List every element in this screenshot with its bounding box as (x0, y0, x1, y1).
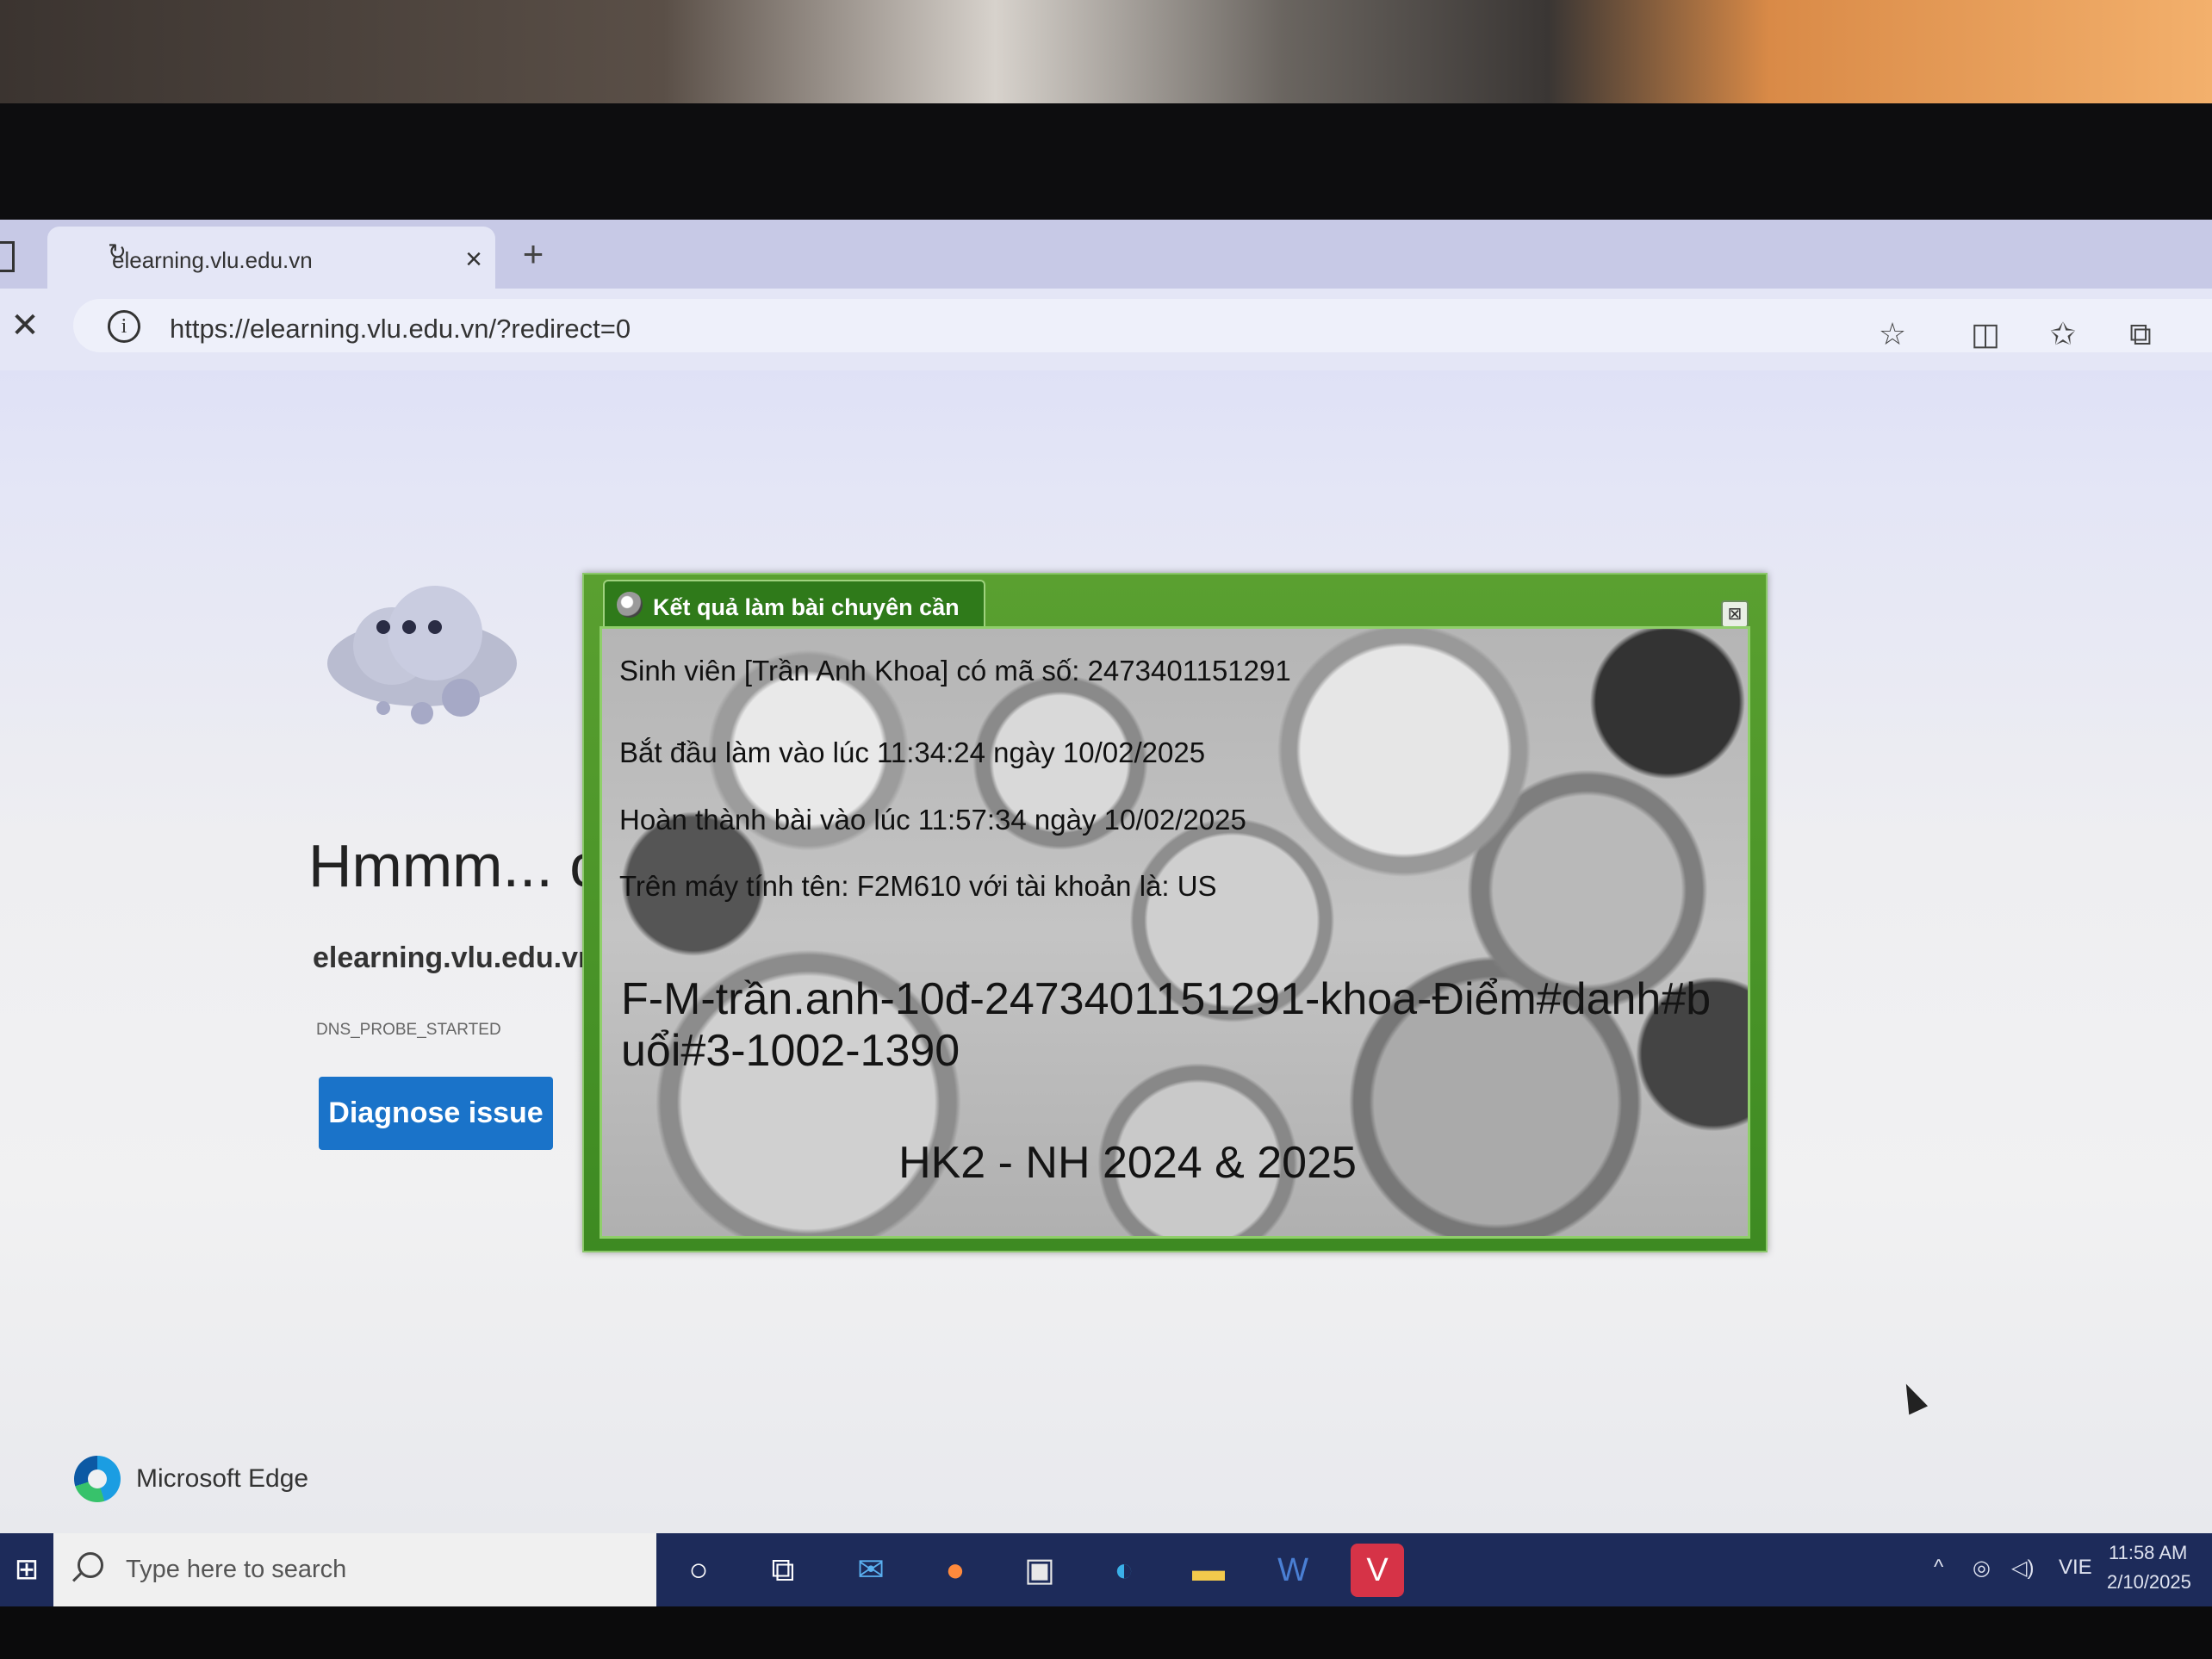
dialog-title: Kết quả làm bài chuyên cần (653, 594, 960, 620)
site-info-icon[interactable]: i (108, 310, 140, 343)
file-explorer-icon[interactable]: ▬ (1182, 1544, 1235, 1597)
error-title: Hmmm... c (308, 832, 600, 899)
error-domain: elearning.vlu.edu.vn (313, 941, 596, 974)
favorite-star-icon[interactable]: ☆ (1871, 313, 1914, 356)
volume-icon[interactable]: ◁) (2011, 1556, 2034, 1581)
dialog-app-icon (617, 592, 643, 618)
tab-strip: ↻ elearning.vlu.edu.vn × + (0, 220, 2212, 289)
error-code: DNS_PROBE_STARTED (316, 1021, 501, 1039)
clock-time[interactable]: 11:58 AM (2109, 1542, 2187, 1564)
store-icon[interactable]: ▣ (1013, 1544, 1066, 1597)
search-placeholder: Type here to search (126, 1556, 347, 1583)
student-info-line: Sinh viên [Trần Anh Khoa] có mã số: 2473… (619, 655, 1291, 687)
clock-date[interactable]: 2/10/2025 (2107, 1571, 2191, 1594)
mail-icon[interactable]: ✉ (844, 1544, 898, 1597)
cortana-icon[interactable]: ○ (672, 1544, 725, 1597)
vivaldi-icon[interactable]: V (1351, 1544, 1404, 1597)
new-tab-button[interactable]: + (513, 235, 554, 276)
attendance-code: F-M-trần.anh-10đ-2473401151291-khoa-Điểm… (621, 974, 1712, 1076)
firefox-icon[interactable]: ● (929, 1544, 982, 1597)
input-language[interactable]: VIE (2059, 1556, 2092, 1580)
split-screen-icon[interactable]: ◫ (1964, 313, 2007, 356)
network-globe-icon[interactable]: ◎ (1973, 1556, 1991, 1581)
search-icon (78, 1552, 103, 1578)
semester-term: HK2 - NH 2024 & 2025 (898, 1138, 1357, 1188)
finish-time-line: Hoàn thành bài vào lúc 11:57:34 ngày 10/… (619, 804, 1246, 836)
start-button[interactable]: ⊞ (0, 1533, 53, 1606)
url-text[interactable]: https://elearning.vlu.edu.vn/?redirect=0 (170, 314, 631, 345)
monitor-bezel-bottom (0, 1606, 2212, 1659)
word-icon[interactable]: W (1266, 1544, 1320, 1597)
task-view-icon[interactable]: ⧉ (756, 1544, 810, 1597)
computer-info-line: Trên máy tính tên: F2M610 với tài khoản … (619, 870, 1217, 902)
browser-tab[interactable]: ↻ elearning.vlu.edu.vn × (47, 227, 495, 289)
taskbar-search-box[interactable]: Type here to search (53, 1533, 656, 1606)
edge-logo-icon (74, 1456, 121, 1502)
tab-close-button[interactable]: × (457, 242, 491, 276)
monitor-bezel-top (0, 103, 2212, 233)
mouse-cursor-icon (1896, 1379, 1929, 1415)
windows-taskbar: ⊞ Type here to search ○ ⧉ ✉ ● ▣ ◐ ▬ W V … (0, 1533, 2212, 1606)
collections-icon[interactable]: ⧉ (2119, 313, 2162, 356)
tab-title: elearning.vlu.edu.vn (112, 247, 313, 273)
show-hidden-icons-icon[interactable]: ^ (1934, 1556, 1943, 1580)
dialog-close-button[interactable]: ⊠ (1721, 600, 1749, 628)
offline-cloud-icon (327, 586, 517, 724)
dialog-body: Sinh viên [Trần Anh Khoa] có mã số: 2473… (600, 626, 1750, 1239)
dialog-title-tab: Kết quả làm bài chuyên cần (603, 580, 985, 626)
sidebar-tabs-icon[interactable] (0, 241, 15, 272)
diagnose-issue-button[interactable]: Diagnose issue (319, 1077, 553, 1150)
edge-icon[interactable]: ◐ (1097, 1544, 1151, 1597)
monitor-screen: ↻ elearning.vlu.edu.vn × + ✕ i https://e… (0, 220, 2212, 1606)
stop-loading-button[interactable]: ✕ (3, 304, 47, 347)
start-time-line: Bắt đầu làm vào lúc 11:34:24 ngày 10/02/… (619, 736, 1206, 768)
favorites-icon[interactable]: ✩ (2041, 313, 2085, 356)
navigation-bar: ✕ i https://elearning.vlu.edu.vn/?redire… (0, 289, 2212, 370)
edge-brand-name: Microsoft Edge (136, 1464, 309, 1493)
attendance-result-dialog: Kết quả làm bài chuyên cần ⊠ Sinh viên [… (582, 573, 1768, 1252)
